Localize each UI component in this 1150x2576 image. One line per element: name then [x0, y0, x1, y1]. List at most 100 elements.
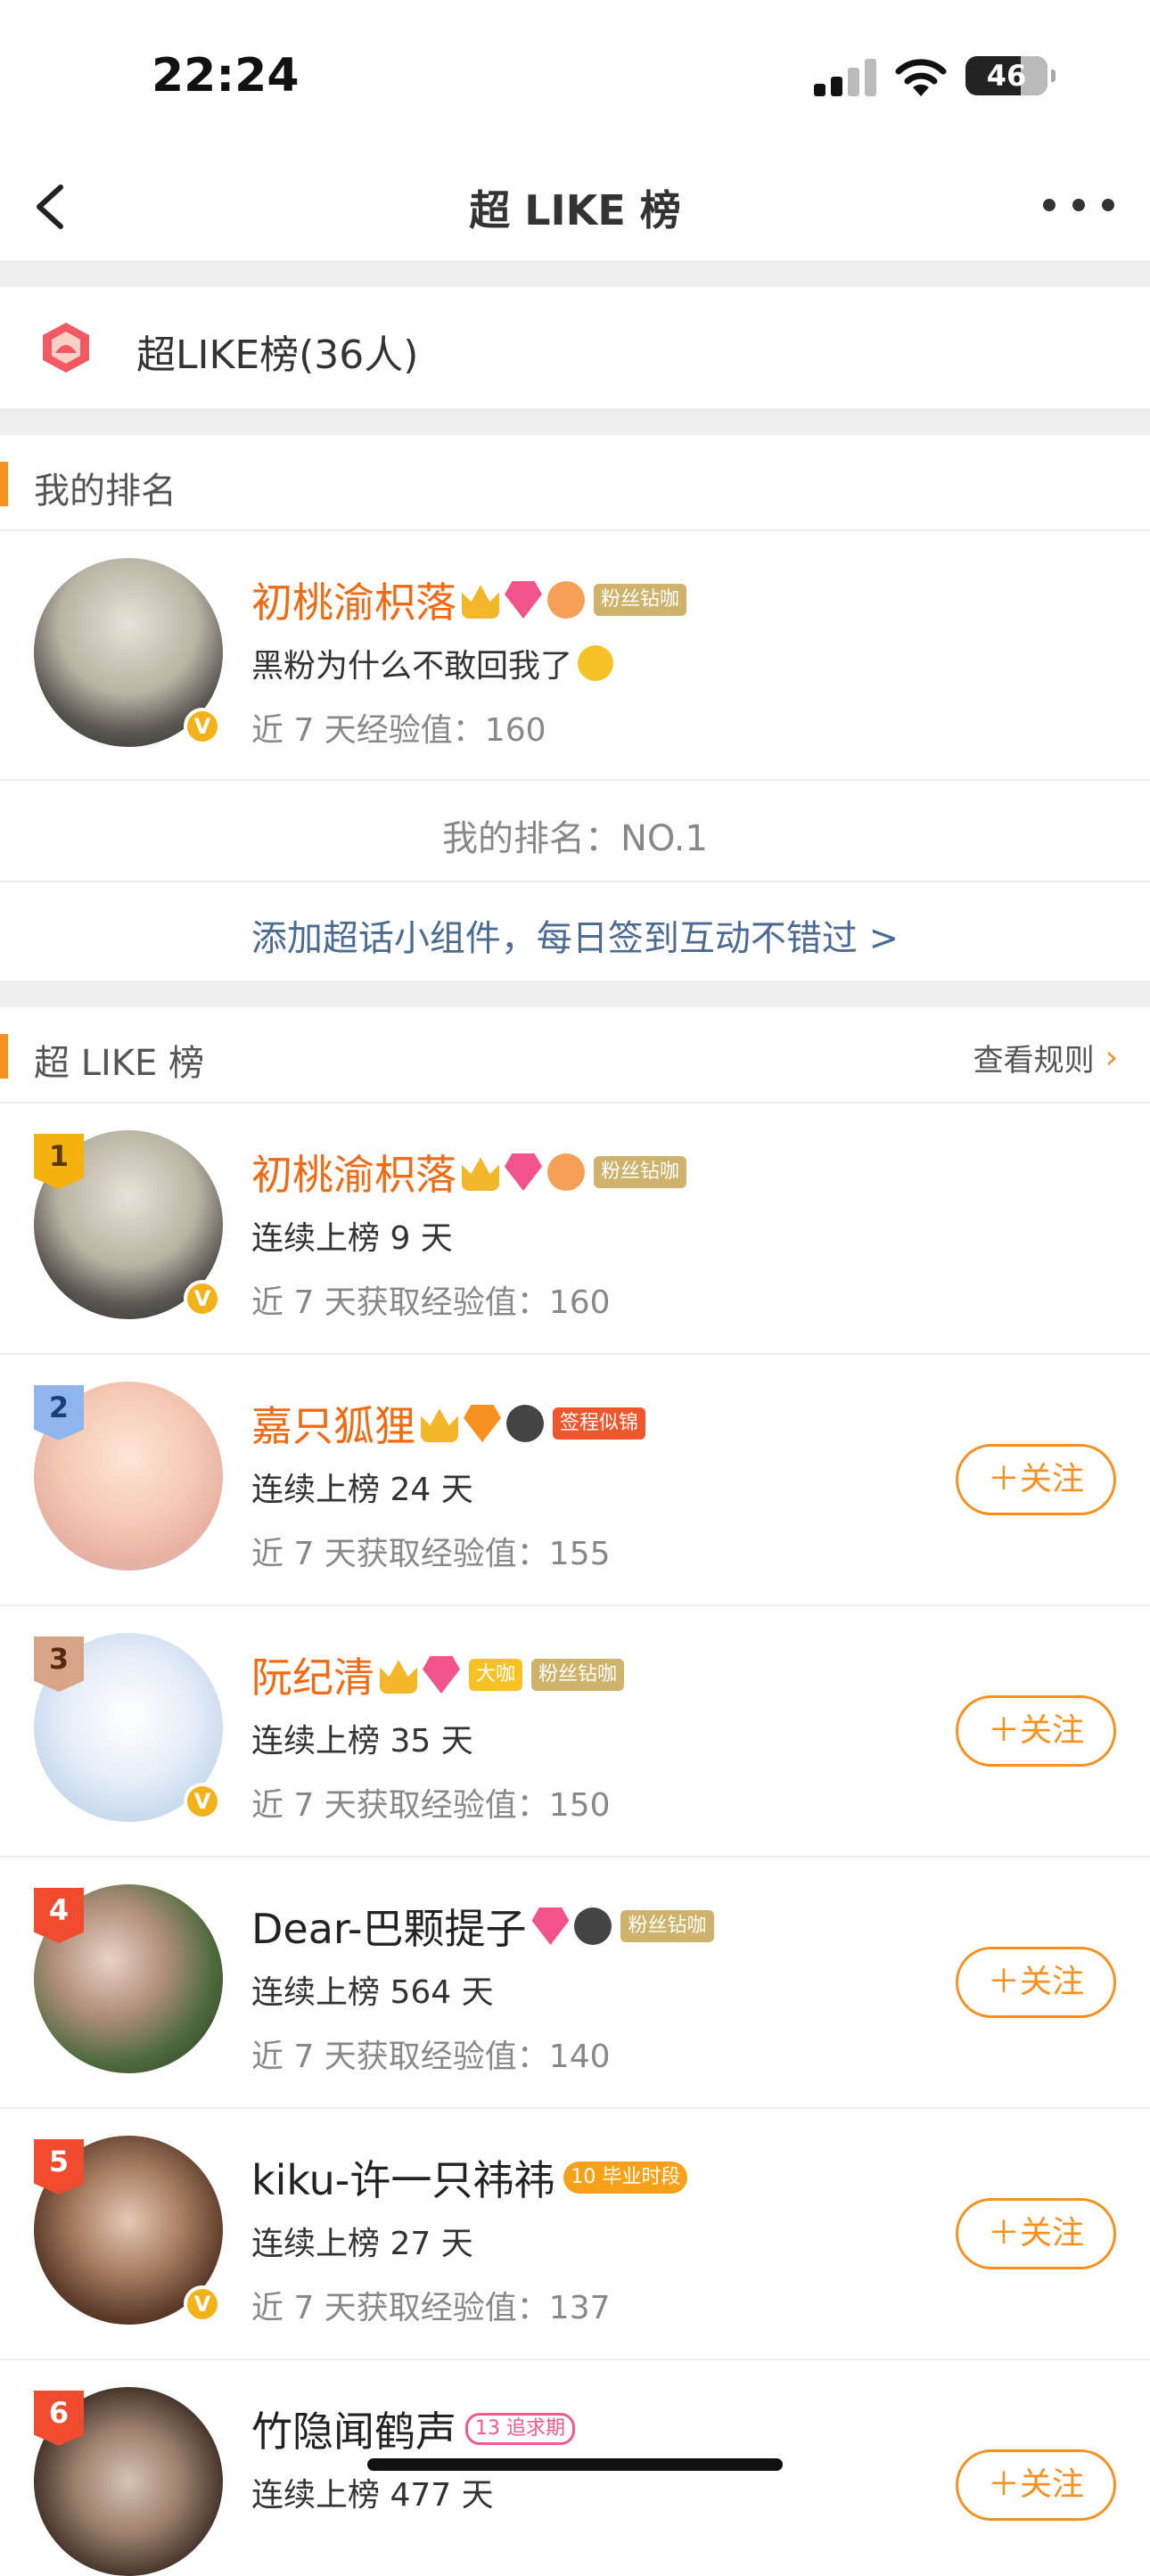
streak-text: 连续上榜 477 天 — [251, 2477, 494, 2514]
board-entry[interactable]: V 1 初桃渝枳落 粉丝钻咖 连续上榜 9 天 近 7 天获取经验值：160 — [0, 1103, 1150, 1355]
crown-icon — [462, 1157, 499, 1191]
streak-text: 连续上榜 35 天 — [251, 1723, 473, 1760]
board-entry[interactable]: 2 嘉只狐狸 签程似锦 连续上榜 24 天 近 7 天获取经验值：155 ＋关注 — [0, 1355, 1150, 1606]
user-name-row: Dear-巴颗提子 粉丝钻咖 — [251, 1897, 714, 1956]
fan-tag: 粉丝钻咖 — [531, 1659, 625, 1691]
more-options-icon[interactable] — [1043, 187, 1114, 223]
big-star-tag: 大咖 — [469, 1659, 523, 1691]
user-name-row: 嘉只狐狸 签程似锦 — [251, 1394, 646, 1453]
level-stage: 毕业时段 — [602, 2166, 681, 2188]
follow-button[interactable]: ＋关注 — [956, 1947, 1116, 2018]
streak-text: 连续上榜 24 天 — [251, 1472, 473, 1508]
section-accent-bar — [0, 462, 8, 506]
widget-promo-row[interactable]: 添加超话小组件，每日签到互动不错过 > — [0, 882, 1150, 980]
exp-text: 近 7 天获取经验值：137 — [251, 2290, 611, 2326]
rank-badge: 5 — [34, 2139, 84, 2195]
streak-text: 连续上榜 27 天 — [251, 2226, 473, 2262]
fan-tag: 签程似锦 — [553, 1407, 646, 1440]
level-number: 10 — [571, 2166, 596, 2188]
board-header: 超 LIKE 榜 查看规则 › — [0, 1007, 1150, 1103]
home-indicator[interactable] — [367, 2458, 783, 2471]
user-name[interactable]: 初桃渝枳落 — [251, 1143, 456, 1202]
follow-button[interactable]: ＋关注 — [956, 2198, 1116, 2269]
user-name-row: 初桃渝枳落 粉丝钻咖 — [251, 1143, 687, 1202]
level-tag: 10 毕业时段 — [563, 2162, 688, 2194]
exp-text: 近 7 天获取经验值：150 — [251, 1787, 611, 1824]
super-like-gem-icon — [43, 323, 89, 373]
exp-text: 近 7 天获取经验值：140 — [251, 2039, 611, 2075]
level-gem-icon — [423, 1656, 460, 1694]
user-name[interactable]: 阮纪清 — [251, 1645, 374, 1704]
fan-avatar-icon — [506, 1405, 544, 1442]
follow-button[interactable]: ＋关注 — [956, 2449, 1116, 2521]
user-name-row: kiku-许一只祎祎 10 毕业时段 — [251, 2148, 688, 2207]
pleading-emoji-icon — [578, 645, 614, 681]
rank-badge: 4 — [34, 1888, 84, 1943]
fan-avatar-icon — [547, 581, 585, 619]
follow-button[interactable]: ＋关注 — [956, 1695, 1116, 1767]
user-exp: 近 7 天经验值：160 — [251, 712, 546, 749]
user-name[interactable]: kiku-许一只祎祎 — [251, 2148, 554, 2207]
my-rank-text: 我的排名：NO.1 — [442, 818, 708, 859]
user-name-row: 阮纪清 大咖 粉丝钻咖 — [251, 1645, 625, 1704]
fan-avatar-icon — [547, 1153, 585, 1191]
rank-badge: 3 — [34, 1637, 84, 1692]
exp-text: 近 7 天获取经验值：160 — [251, 1284, 611, 1321]
user-name[interactable]: Dear-巴颗提子 — [251, 1897, 526, 1956]
user-name-row: 竹隐闻鹤声 13 追求期 — [251, 2400, 576, 2458]
section-divider — [0, 408, 1150, 435]
my-rank-card[interactable]: V 初桃渝枳落 粉丝钻咖 黑粉为什么不敢回我了 近 7 天经验值：160 — [0, 531, 1150, 781]
user-bio-row: 黑粉为什么不敢回我了 — [251, 640, 614, 686]
level-number: 13 — [475, 2417, 500, 2440]
rank-badge: 1 — [34, 1134, 84, 1189]
battery-level: 46 — [986, 59, 1027, 93]
exp-text: 近 7 天获取经验值：155 — [251, 1536, 611, 1572]
page-title: 超 LIKE 榜 — [469, 186, 681, 234]
fan-tag: 粉丝钻咖 — [620, 1910, 714, 1942]
my-rank-row: 我的排名：NO.1 — [0, 781, 1150, 882]
view-rules-link[interactable]: 查看规则 › — [973, 1036, 1118, 1079]
level-gem-icon — [505, 581, 542, 619]
board-entry[interactable]: V 3 阮纪清 大咖 粉丝钻咖 连续上榜 35 天 近 7 天获取经验值：150… — [0, 1606, 1150, 1858]
fan-avatar-icon — [574, 1907, 612, 1945]
board-entry[interactable]: 4 Dear-巴颗提子 粉丝钻咖 连续上榜 564 天 近 7 天获取经验值：1… — [0, 1858, 1150, 2109]
user-name[interactable]: 竹隐闻鹤声 — [251, 2400, 456, 2458]
level-gem-icon — [531, 1907, 570, 1945]
board-summary[interactable]: 超LIKE榜(36人) — [0, 287, 1150, 408]
chevron-right-icon: › — [1105, 1039, 1118, 1076]
section-divider — [0, 260, 1150, 287]
section-accent-bar — [0, 1034, 8, 1079]
user-name[interactable]: 嘉只狐狸 — [251, 1394, 415, 1453]
streak-text: 连续上榜 564 天 — [251, 1974, 494, 2011]
user-name[interactable]: 初桃渝枳落 — [251, 570, 456, 629]
streak-text: 连续上榜 9 天 — [251, 1220, 453, 1257]
verified-badge-icon: V — [184, 2285, 221, 2323]
fan-tag: 粉丝钻咖 — [594, 1156, 687, 1188]
my-rank-title: 我的排名 — [34, 471, 177, 512]
cellular-signal-icon — [814, 57, 876, 96]
rank-badge: 6 — [34, 2391, 84, 2446]
level-gem-icon — [464, 1405, 501, 1442]
user-bio: 黑粉为什么不敢回我了 — [251, 648, 573, 685]
level-gem-icon — [505, 1153, 542, 1191]
crown-icon — [380, 1660, 417, 1694]
fan-tag: 粉丝钻咖 — [594, 584, 687, 616]
follow-button[interactable]: ＋关注 — [956, 1444, 1116, 1515]
view-rules-label: 查看规则 — [973, 1043, 1095, 1079]
verified-badge-icon: V — [184, 708, 221, 745]
board-entry[interactable]: 6 竹隐闻鹤声 13 追求期 连续上榜 477 天 ＋关注 — [0, 2360, 1150, 2576]
board-entry[interactable]: V 5 kiku-许一只祎祎 10 毕业时段 连续上榜 27 天 近 7 天获取… — [0, 2109, 1150, 2360]
battery-icon: 46 — [965, 56, 1056, 95]
verified-badge-icon: V — [184, 1783, 221, 1820]
board-count-label: 超LIKE榜(36人) — [136, 332, 419, 378]
my-rank-header: 我的排名 — [0, 435, 1150, 531]
level-stage: 追求期 — [506, 2417, 566, 2440]
nav-bar: 超 LIKE 榜 — [0, 152, 1150, 260]
board-title: 超 LIKE 榜 — [34, 1043, 205, 1084]
rank-badge: 2 — [34, 1385, 84, 1440]
widget-promo-link[interactable]: 添加超话小组件，每日签到互动不错过 > — [0, 909, 1150, 961]
crown-icon — [421, 1408, 458, 1442]
section-divider — [0, 980, 1150, 1007]
user-name-row: 初桃渝枳落 粉丝钻咖 — [251, 570, 687, 629]
status-bar: 22:24 46 — [0, 0, 1150, 152]
